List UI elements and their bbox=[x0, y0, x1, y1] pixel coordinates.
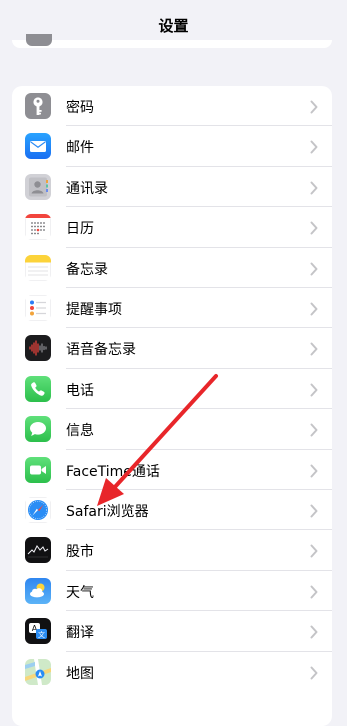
settings-row-label: 地图 bbox=[66, 665, 94, 682]
contacts-icon bbox=[25, 173, 51, 200]
settings-row-weather[interactable]: 天气 bbox=[12, 571, 332, 612]
apps-settings-group: 密码 邮件 通讯录 日历 备忘录 提醒事项 语音备忘录 电话 信息 FaceTi… bbox=[12, 86, 332, 726]
settings-row-stocks[interactable]: 股市 bbox=[12, 530, 332, 571]
chevron-right-icon bbox=[310, 99, 318, 114]
previous-settings-group bbox=[12, 34, 332, 48]
chevron-right-icon bbox=[310, 665, 318, 680]
settings-row-label: 邮件 bbox=[66, 140, 94, 157]
svg-text:文: 文 bbox=[38, 630, 45, 639]
settings-row-label: 股市 bbox=[66, 544, 94, 561]
settings-row-label: 日历 bbox=[66, 221, 94, 238]
mail-icon bbox=[25, 133, 51, 160]
chevron-right-icon bbox=[310, 422, 318, 437]
chevron-right-icon bbox=[310, 584, 318, 599]
settings-row-label: 信息 bbox=[66, 423, 94, 440]
chevron-right-icon bbox=[310, 624, 318, 639]
settings-row-label: 通讯录 bbox=[66, 180, 108, 197]
facetime-icon bbox=[25, 456, 51, 483]
settings-row-translate[interactable]: A 文 翻译 bbox=[12, 611, 332, 652]
translate-icon: A 文 bbox=[25, 618, 51, 645]
chevron-right-icon bbox=[310, 382, 318, 397]
chevron-right-icon bbox=[310, 301, 318, 316]
settings-row-facetime[interactable]: FaceTime通话 bbox=[12, 450, 332, 490]
settings-row-label: 电话 bbox=[66, 382, 94, 399]
chevron-right-icon bbox=[310, 543, 318, 558]
chevron-right-icon bbox=[310, 180, 318, 195]
chevron-right-icon bbox=[310, 463, 318, 478]
chevron-right-icon bbox=[310, 503, 318, 518]
voice-memos-icon bbox=[25, 335, 51, 362]
settings-row-voice-memos[interactable]: 语音备忘录 bbox=[12, 328, 332, 369]
settings-row-messages[interactable]: 信息 bbox=[12, 409, 332, 450]
settings-row-phone[interactable]: 电话 bbox=[12, 369, 332, 410]
settings-row-calendar[interactable]: 日历 bbox=[12, 207, 332, 248]
chevron-right-icon bbox=[310, 261, 318, 276]
settings-row-label: 语音备忘录 bbox=[66, 342, 136, 359]
settings-row-label: 密码 bbox=[66, 100, 94, 116]
key-icon bbox=[25, 93, 51, 119]
reminders-icon bbox=[25, 295, 51, 321]
weather-icon bbox=[25, 577, 51, 604]
notes-icon bbox=[25, 254, 51, 281]
navigation-bar: 设置 bbox=[0, 0, 347, 48]
settings-row-safari[interactable]: Safari浏览器 bbox=[12, 490, 332, 531]
phone-icon bbox=[25, 375, 51, 402]
settings-row-label: FaceTime通话 bbox=[66, 463, 160, 480]
chevron-right-icon bbox=[310, 220, 318, 235]
chevron-right-icon bbox=[310, 139, 318, 154]
maps-icon bbox=[25, 658, 51, 685]
settings-row-label: 提醒事项 bbox=[66, 302, 122, 318]
settings-row-label: Safari浏览器 bbox=[66, 504, 149, 520]
page-title: 设置 bbox=[158, 17, 189, 35]
calendar-icon bbox=[25, 214, 51, 241]
messages-icon bbox=[25, 416, 51, 443]
safari-icon bbox=[25, 497, 51, 523]
settings-row-contacts[interactable]: 通讯录 bbox=[12, 167, 332, 208]
settings-row-maps[interactable]: 地图 bbox=[12, 652, 332, 692]
chevron-right-icon bbox=[310, 341, 318, 356]
settings-row-label: 天气 bbox=[66, 584, 94, 601]
settings-row-reminders[interactable]: 提醒事项 bbox=[12, 288, 332, 329]
settings-row-passwords[interactable]: 密码 bbox=[12, 86, 332, 127]
settings-row-notes[interactable]: 备忘录 bbox=[12, 248, 332, 288]
settings-row-mail[interactable]: 邮件 bbox=[12, 126, 332, 167]
partial-settings-icon bbox=[26, 34, 52, 46]
settings-row-label: 备忘录 bbox=[66, 261, 108, 278]
settings-row-label: 翻译 bbox=[66, 625, 94, 642]
stocks-icon bbox=[25, 537, 51, 564]
